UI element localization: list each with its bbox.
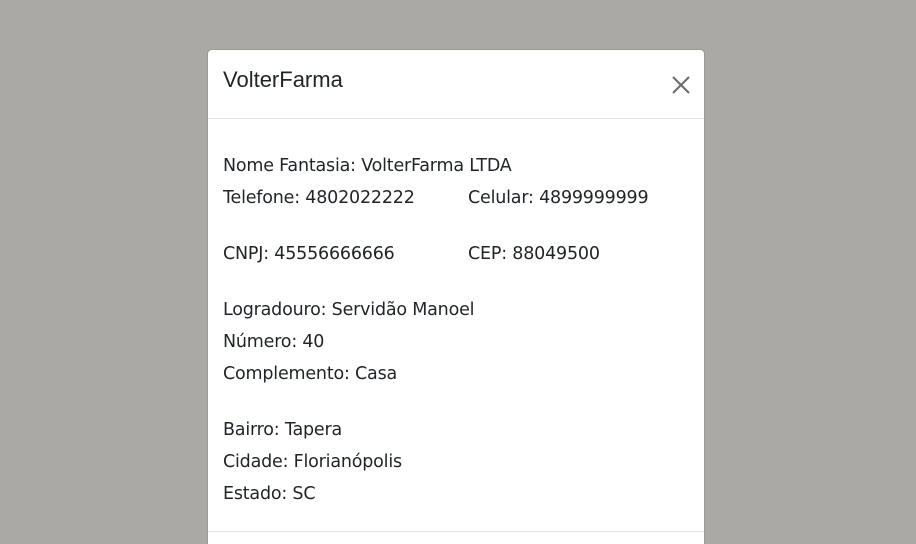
celular-text: Celular: 4899999999 xyxy=(468,188,649,208)
nome-fantasia-text: Nome Fantasia: VolterFarma LTDA xyxy=(223,156,512,176)
cep-text: CEP: 88049500 xyxy=(468,244,600,264)
close-button[interactable] xyxy=(670,74,692,96)
modal-footer-divider xyxy=(208,531,704,532)
cnpj-text: CNPJ: 45556666666 xyxy=(223,244,395,264)
modal-title: VolterFarma xyxy=(223,67,343,92)
bairro-text: Bairro: Tapera xyxy=(223,420,342,440)
numero-text: Número: 40 xyxy=(223,332,325,352)
estado-text: Estado: SC xyxy=(223,484,316,504)
logradouro-text: Logradouro: Servidão Manoel xyxy=(223,300,475,320)
complemento-text: Complemento: Casa xyxy=(223,364,398,384)
telefone-text: Telefone: 4802022222 xyxy=(223,188,415,208)
company-details-modal: VolterFarma Nome Fantasia: VolterFarma L… xyxy=(207,49,705,544)
close-icon xyxy=(672,76,690,94)
modal-header: VolterFarma xyxy=(208,50,704,119)
cidade-text: Cidade: Florianópolis xyxy=(223,452,402,472)
